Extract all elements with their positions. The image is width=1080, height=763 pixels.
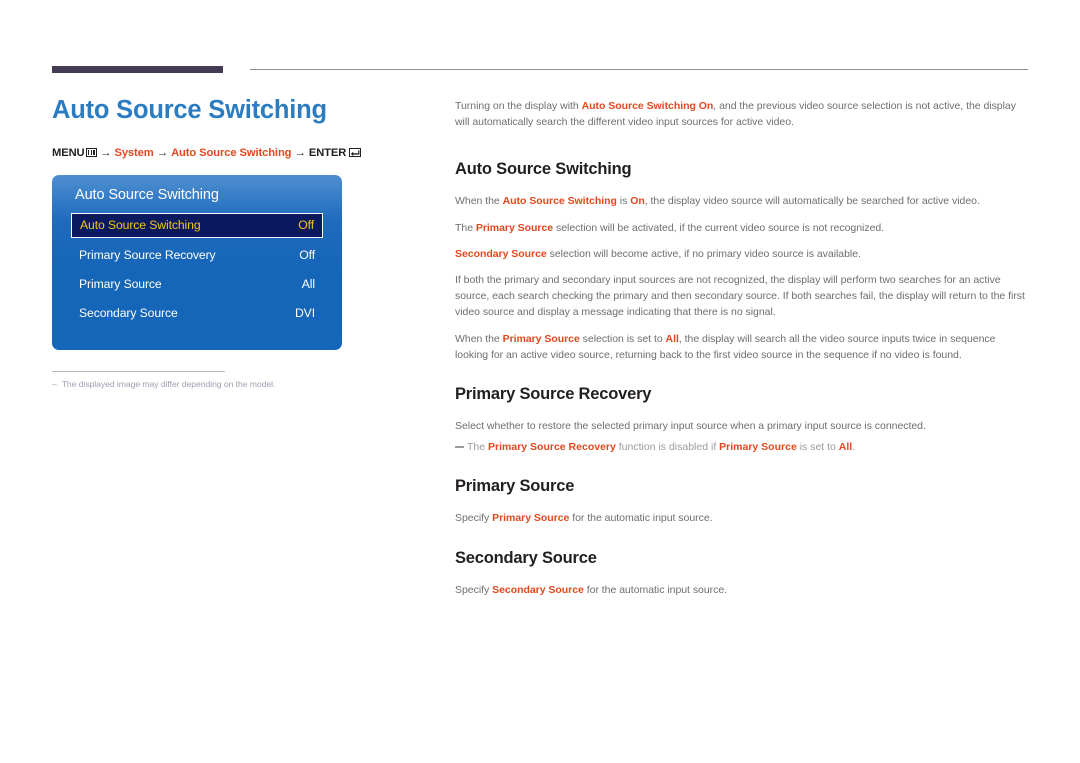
breadcrumb-enter-label: ENTER — [308, 146, 347, 159]
osd-menu-title: Auto Source Switching — [75, 186, 219, 203]
osd-row-value: Off — [298, 218, 314, 233]
note-text: The Primary Source Recovery function is … — [467, 441, 856, 454]
osd-footnote-text: The displayed image may differ depending… — [61, 378, 276, 389]
osd-row-label: Auto Source Switching — [80, 218, 201, 233]
osd-footnote-dash: – — [52, 378, 57, 389]
paragraph: Specify Primary Source for the automatic… — [455, 512, 713, 525]
osd-row-auto-source-switching[interactable]: Auto Source Switching Off — [71, 212, 323, 238]
paragraph: When the Primary Source selection is set… — [455, 332, 996, 361]
osd-menu-list: Auto Source Switching Off Primary Source… — [52, 212, 342, 324]
breadcrumb-arrow-2: → — [156, 146, 169, 159]
note-primary-source-recovery: The Primary Source Recovery function is … — [455, 439, 1028, 455]
menu-bars-icon — [86, 148, 98, 158]
right-column: Turning on the display with Auto Source … — [455, 98, 1028, 608]
breadcrumb: MENU → System → Auto Source Switching → … — [52, 147, 412, 159]
osd-row-label: Primary Source — [79, 276, 162, 291]
paragraph: Specify Secondary Source for the automat… — [455, 583, 728, 596]
osd-row-value: Off — [299, 247, 315, 262]
osd-menu-panel: Auto Source Switching Auto Source Switch… — [52, 174, 342, 350]
osd-row-label: Primary Source Recovery — [79, 247, 216, 262]
paragraph: The Primary Source selection will be act… — [455, 221, 885, 234]
breadcrumb-item-auto-source-switching[interactable]: Auto Source Switching — [171, 147, 291, 159]
enter-key-icon — [348, 148, 361, 158]
intro-paragraph: Turning on the display with Auto Source … — [455, 100, 1016, 129]
osd-row-value: All — [301, 276, 315, 291]
section-heading-auto-source-switching: Auto Source Switching — [455, 160, 632, 179]
section-heading-primary-source-recovery: Primary Source Recovery — [455, 385, 652, 404]
paragraph: Secondary Source selection will become a… — [455, 247, 861, 260]
section-heading-secondary-source: Secondary Source — [455, 548, 597, 567]
header-divider-line — [250, 69, 1028, 70]
osd-row-primary-source-recovery[interactable]: Primary Source Recovery Off — [71, 244, 323, 266]
breadcrumb-menu-label: MENU — [52, 146, 85, 159]
breadcrumb-item-system[interactable]: System — [114, 147, 153, 159]
osd-footnote-divider — [52, 370, 225, 372]
osd-row-value: DVI — [294, 305, 315, 320]
left-column: Auto Source Switching MENU → System → Au… — [52, 95, 412, 389]
paragraph: Select whether to restore the selected p… — [455, 420, 926, 433]
header-accent-bar — [52, 66, 223, 73]
breadcrumb-arrow-3: → — [294, 146, 306, 159]
paragraph: When the Auto Source Switching is On, th… — [455, 195, 980, 208]
breadcrumb-arrow-1: → — [100, 146, 112, 159]
osd-row-label: Secondary Source — [79, 305, 178, 320]
section-heading-primary-source: Primary Source — [455, 477, 575, 496]
osd-footnote: – The displayed image may differ dependi… — [52, 370, 302, 389]
osd-row-secondary-source[interactable]: Secondary Source DVI — [71, 302, 323, 324]
osd-row-primary-source[interactable]: Primary Source All — [71, 273, 323, 295]
paragraph: If both the primary and secondary input … — [455, 274, 1025, 319]
note-dash-icon — [455, 446, 464, 448]
page-title: Auto Source Switching — [52, 96, 327, 124]
